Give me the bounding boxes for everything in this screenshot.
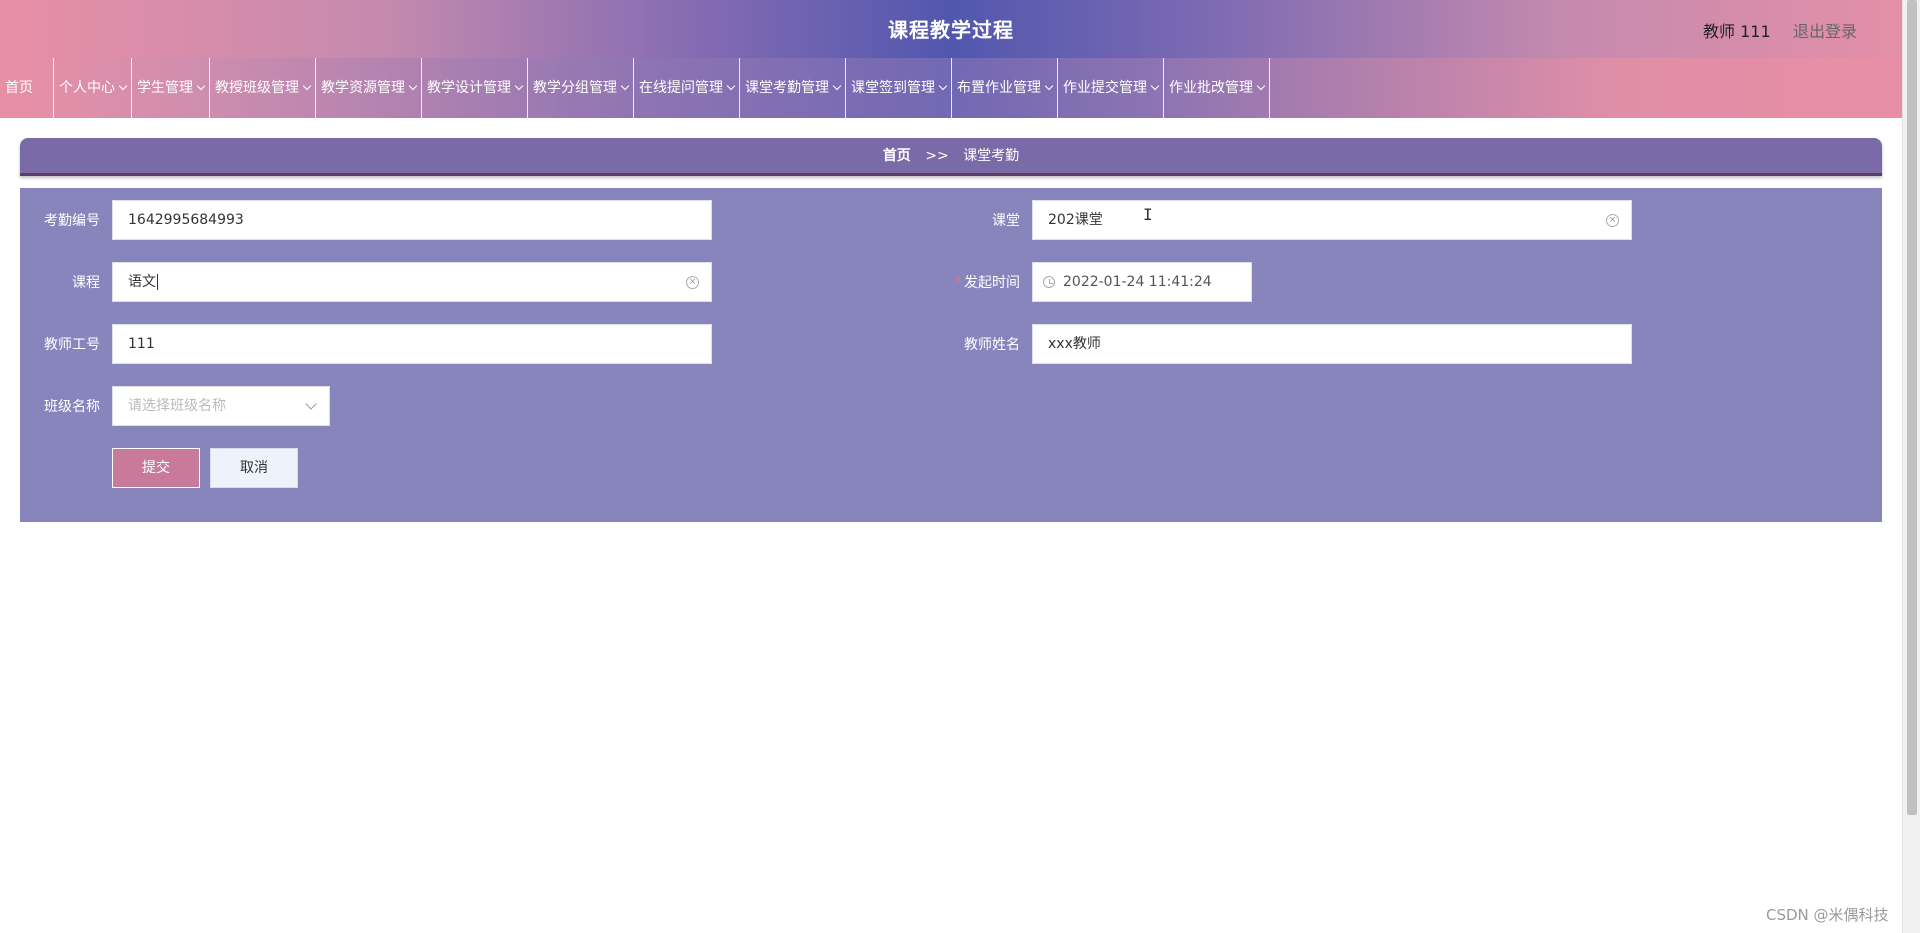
nav-item-personal-center[interactable]: 个人中心 — [54, 58, 132, 118]
chevron-down-icon — [1150, 81, 1160, 91]
start-time-value: 2022-01-24 11:41:24 — [1063, 274, 1212, 290]
nav-item-label: 在线提问管理 — [639, 80, 723, 96]
submit-button[interactable]: 提交 — [112, 448, 200, 488]
nav-item-student-management[interactable]: 学生管理 — [132, 58, 210, 118]
nav-item-label: 布置作业管理 — [957, 80, 1041, 96]
cancel-button[interactable]: 取消 — [210, 448, 298, 488]
nav-item-attendance-management[interactable]: 课堂考勤管理 — [740, 58, 846, 118]
classroom-value: 202课堂 — [1048, 212, 1103, 228]
text-cursor-icon: I — [1143, 205, 1153, 224]
nav-item-group-management[interactable]: 教学分组管理 — [528, 58, 634, 118]
start-time-picker[interactable]: 2022-01-24 11:41:24 — [1032, 262, 1252, 302]
nav-item-label: 作业批改管理 — [1169, 80, 1253, 96]
watermark: CSDN @米偶科技 — [1766, 906, 1889, 924]
clock-icon — [1043, 276, 1055, 288]
breadcrumb-separator: >> — [925, 148, 949, 164]
required-mark: * — [954, 275, 961, 291]
chevron-down-icon — [408, 81, 418, 91]
attendance-no-value: 1642995684993 — [128, 212, 244, 228]
clear-icon[interactable]: × — [686, 276, 699, 289]
attendance-form: 考勤编号 1642995684993 课堂 202课堂 × 课程 语文 × * 发… — [20, 188, 1882, 522]
chevron-down-icon — [726, 81, 736, 91]
chevron-down-icon — [620, 81, 630, 91]
chevron-down-icon — [196, 81, 206, 91]
teacher-id-input[interactable]: 111 — [112, 324, 712, 364]
logout-link[interactable]: 退出登录 — [1793, 18, 1857, 42]
current-user: 教师 111 — [1703, 22, 1771, 41]
class-name-placeholder: 请选择班级名称 — [128, 398, 226, 414]
nav-item-label: 课堂考勤管理 — [745, 80, 829, 96]
nav-item-class-management[interactable]: 教授班级管理 — [210, 58, 316, 118]
nav-item-label: 教学分组管理 — [533, 80, 617, 96]
start-time-label-text: 发起时间 — [964, 275, 1020, 291]
class-name-label: 班级名称 — [44, 399, 100, 415]
chevron-down-icon — [118, 81, 128, 91]
nav-item-label: 教授班级管理 — [215, 80, 299, 96]
clear-icon[interactable]: × — [1606, 214, 1619, 227]
breadcrumb-current: 课堂考勤 — [963, 148, 1020, 164]
nav-item-submission-management[interactable]: 作业提交管理 — [1058, 58, 1164, 118]
nav-item-label: 学生管理 — [137, 80, 193, 96]
class-name-select[interactable]: 请选择班级名称 — [112, 386, 330, 426]
chevron-down-icon — [305, 398, 317, 410]
attendance-no-label: 考勤编号 — [44, 213, 100, 229]
chevron-down-icon — [514, 81, 524, 91]
app-title: 课程教学过程 — [888, 18, 1014, 42]
nav-item-question-management[interactable]: 在线提问管理 — [634, 58, 740, 118]
course-value: 语文 — [128, 274, 156, 290]
classroom-select[interactable]: 202课堂 × — [1032, 200, 1632, 240]
nav-item-home[interactable]: 首页 — [0, 58, 54, 118]
teacher-name-label: 教师姓名 — [964, 337, 1020, 353]
text-caret — [157, 274, 158, 290]
teacher-name-input[interactable]: xxx教师 — [1032, 324, 1632, 364]
nav-item-label: 个人中心 — [59, 80, 115, 96]
nav-item-label: 教学设计管理 — [427, 80, 511, 96]
nav-item-label: 首页 — [5, 80, 33, 96]
top-header: 课程教学过程 教师 111 退出登录 — [0, 0, 1902, 58]
nav-item-resource-management[interactable]: 教学资源管理 — [316, 58, 422, 118]
nav-item-assignment-management[interactable]: 布置作业管理 — [952, 58, 1058, 118]
chevron-down-icon — [938, 81, 948, 91]
course-label: 课程 — [72, 275, 100, 291]
chevron-down-icon — [1256, 81, 1266, 91]
nav-item-label: 教学资源管理 — [321, 80, 405, 96]
nav-item-design-management[interactable]: 教学设计管理 — [422, 58, 528, 118]
nav-item-grading-management[interactable]: 作业批改管理 — [1164, 58, 1270, 118]
course-select[interactable]: 语文 × — [112, 262, 712, 302]
scrollbar-thumb[interactable] — [1907, 0, 1917, 815]
teacher-id-label: 教师工号 — [44, 337, 100, 353]
chevron-down-icon — [302, 81, 312, 91]
breadcrumb-home[interactable]: 首页 — [883, 148, 911, 164]
chevron-down-icon — [832, 81, 842, 91]
chevron-down-icon — [1044, 81, 1054, 91]
nav-item-signin-management[interactable]: 课堂签到管理 — [846, 58, 952, 118]
classroom-label: 课堂 — [992, 213, 1020, 229]
nav-item-label: 作业提交管理 — [1063, 80, 1147, 96]
nav-item-label: 课堂签到管理 — [851, 80, 935, 96]
teacher-name-value: xxx教师 — [1048, 336, 1101, 352]
start-time-label: * 发起时间 — [920, 272, 1020, 292]
attendance-no-input[interactable]: 1642995684993 — [112, 200, 712, 240]
teacher-id-value: 111 — [128, 336, 155, 352]
page-scrollbar[interactable] — [1902, 0, 1920, 933]
main-nav: 首页 个人中心 学生管理 教授班级管理 教学资源管理 教学设计管理 教学分组管理… — [0, 58, 1902, 118]
breadcrumb: 首页 >> 课堂考勤 — [20, 138, 1882, 176]
